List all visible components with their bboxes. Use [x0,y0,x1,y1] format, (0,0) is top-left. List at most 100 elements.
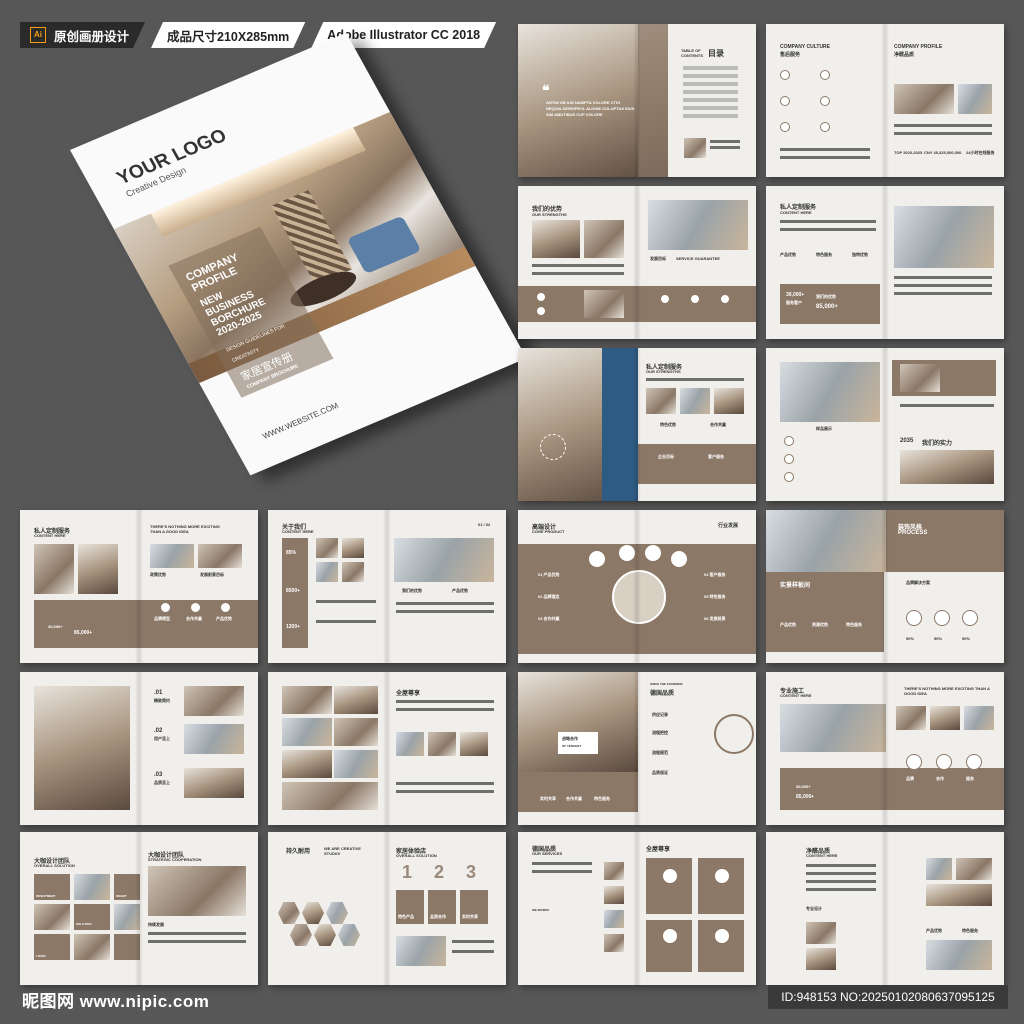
toc-line [683,90,738,94]
section-cn: 全屋尊享 [396,691,421,697]
section-cn: 持久耐用 [286,849,311,855]
brown-band [638,444,756,484]
room-photo [926,858,952,880]
feature-icon [780,122,790,132]
spread-about-us: 关于我们 CONTENT HERE 85% 8500+ 1200+ 01 / 0… [268,510,506,663]
toc-line [683,66,738,70]
toc-line [683,82,738,86]
icon-label-2: 资源优势 [812,622,828,627]
feature-icon [662,928,678,944]
top-tag-bar: Ai 原创画册设计 成品尺寸210X285mm Adobe Illustrato… [20,22,496,48]
label-2: 发展前景目标 [200,572,224,577]
spread-high-end-design: 高端设计 CORE PRODUCT 行业发展 01 产品优势 02 品牌理念 0… [518,510,756,663]
lounge-photo [148,866,246,916]
spread-strengths: 我们的优势 OUR STRENGTHS 发展目标 SERVICE GUARANT… [518,186,756,339]
feature-icon [618,544,636,562]
spread-formaldehyde-free: 净醛品质 CONTENT HERE 专业设计 产品优势 特色服务 [766,832,1004,985]
label-b: 合作共赢 [710,422,726,427]
section-en: CONTENT HERE [780,210,812,215]
hex-photo [338,924,360,946]
right-3: 06 发展前景 [704,616,726,621]
label-e: 持续发展 [148,922,164,927]
caption-en: OF TENCENT [562,744,582,748]
feature-icon [190,602,201,613]
kitchen-photo [34,544,74,594]
blue-armchair [346,215,422,275]
text-line [710,146,740,149]
reception-photo [34,686,130,810]
label-a: 特色优势 [660,422,676,427]
text-line [532,862,592,865]
text-line [396,782,494,785]
room-photo [900,450,994,484]
room-photo [896,706,926,730]
section-en: WE ARE CREATIVE STUDIO! [324,846,361,856]
text-line [452,950,494,953]
illustrator-icon: Ai [30,27,46,43]
label-b: 品牌解决方案 [906,580,930,585]
icon-label-2: 合作共赢 [186,616,202,621]
left-2: 02 品牌理念 [538,594,560,599]
text-line [396,790,494,793]
section-en: OVERALL SOLUTION [34,863,75,868]
icon-label-1: 品牌模型 [154,616,170,621]
room-photo [646,388,676,414]
feature-icon [720,294,730,304]
feature-icon [820,96,830,106]
text-line [806,880,876,883]
spread-private-service: 私人定制服务 CONTENT HERE THERE'S NOTHING MORE… [20,510,258,663]
feature-icon [670,550,688,568]
page-indicator: 01 / 02 [478,522,491,527]
room-photo [316,562,338,582]
feature-icon [714,928,730,944]
text-line [396,602,494,605]
office-photo [780,362,880,422]
label-b: 产品优势 [926,928,942,933]
text-line [780,228,876,231]
thumb-photo [604,910,624,928]
feature-icon [784,472,794,482]
room-photo [460,732,488,756]
icon-label-3: 产品优势 [216,616,232,621]
tile-photo [34,904,70,930]
right-label: 行业发展 [718,523,739,529]
spread-decoration-style: 装饰风格 PROCESS 实景样板间 品牌解决方案 产品优势 资源优势 特色服务… [766,510,1004,663]
room-photo [894,84,954,114]
section-cn: 德国品质 [650,691,675,697]
strength-title: 我们的实力 [922,441,953,447]
label-d: 客户服务 [708,454,724,459]
brown-band [780,768,1004,810]
contents-en: TABLE OF CONTENTS [681,48,703,58]
room-photo [342,562,364,582]
text-line [806,872,876,875]
headline: THERE'S NOTHING MORE EXCITING THAN A GOO… [904,686,990,696]
tile-photo [74,934,110,960]
spread-construction: 专业施工 CONTENT HERE THERE'S NOTHING MORE E… [766,672,1004,825]
room-photo [680,388,710,414]
room-photo [964,706,994,730]
text-line [316,620,376,623]
hall-photo [518,672,638,772]
band-label-3: 特色服务 [594,796,610,801]
year: 2035 [900,438,914,444]
stat-1: 30,000+ [796,784,811,789]
stat-2: 85,000+ [796,794,815,800]
spread-numbered-features: .01 精致简约 .02 用户至上 .03 品质至上 [20,672,258,825]
feature-icon [160,602,171,613]
room-photo [958,84,992,114]
spread-strength: 样品展示 2035 我们的实力 [766,348,1004,501]
headline: THERE'S NOTHING MORE EXCITING THAN A GOO… [150,524,220,534]
tile-label-1: 特色产品 [398,914,414,919]
room-photo [282,782,378,810]
right-en: OVERALL SOLUTION [396,853,437,858]
cover-website: WWW.WEBSITE.COM [260,401,341,441]
band-label-1: 实时共享 [540,796,556,801]
feature-icon [644,544,662,562]
hex-photo [278,902,300,924]
feature-icon [936,754,952,770]
contents-title: 目录 [708,49,724,58]
tag-2: SERVICE GUARANTEE [676,256,720,261]
tile-label-b: SMART [116,894,127,898]
room-photo [150,544,194,568]
room-photo [584,290,624,318]
